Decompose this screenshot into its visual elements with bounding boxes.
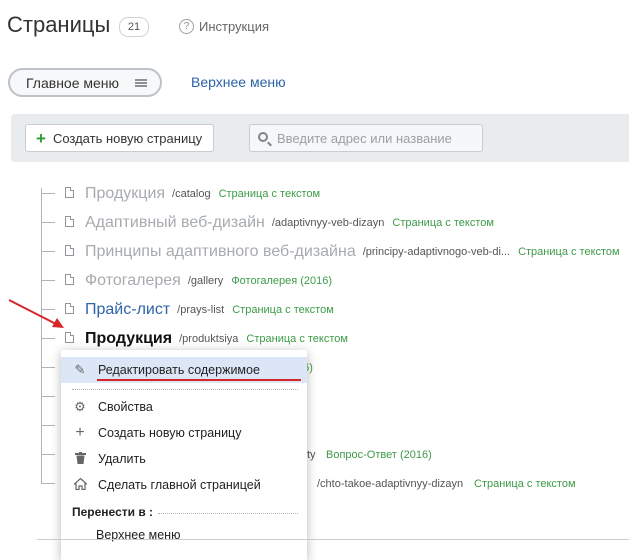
page-name[interactable]: Продукция — [85, 185, 165, 203]
tree-branch — [41, 193, 55, 194]
tree-branch — [41, 251, 55, 252]
page-type: Страница с текстом — [246, 332, 348, 345]
pencil-icon: ✎ — [74, 362, 86, 377]
tree-row: Адаптивный веб-дизайн /adaptivnyy-veb-di… — [0, 208, 629, 237]
page-type: Страница с текстом — [218, 187, 321, 200]
tab-top-menu[interactable]: Верхнее меню — [191, 74, 286, 90]
help-label: Инструкция — [199, 19, 269, 34]
menu-separator — [158, 513, 298, 514]
document-icon — [65, 216, 74, 227]
page-title: Страницы — [7, 12, 111, 37]
page-type: Страница с текстом — [474, 477, 576, 490]
page-type: Страница с текстом — [392, 216, 494, 229]
menu-item-make-home[interactable]: Сделать главной страницей — [61, 472, 307, 498]
document-icon — [65, 245, 74, 256]
tree-branch — [41, 222, 55, 223]
tree-row: Фотогалерея /gallery Фотогалерея (2016) — [0, 266, 629, 295]
tree-branch — [41, 367, 55, 368]
search-input[interactable] — [275, 129, 479, 147]
page-count-badge: 21 — [119, 17, 149, 37]
page-name[interactable]: Принципы адаптивного веб-дизайна — [85, 243, 356, 261]
page-path: /adaptivnyy-veb-dizayn — [271, 216, 385, 229]
search-box[interactable] — [249, 124, 483, 152]
plus-icon: + — [36, 128, 46, 148]
menu-item-create-page[interactable]: + Создать новую страницу — [61, 420, 307, 446]
page-type: Страница с текстом — [232, 303, 334, 316]
tree-row: Принципы адаптивного веб-дизайна /princi… — [0, 237, 629, 266]
divider — [37, 539, 629, 540]
page-type: Страница с текстом — [518, 245, 620, 258]
tree-branch — [41, 338, 55, 339]
page-name[interactable]: Адаптивный веб-дизайн — [85, 214, 265, 232]
tree-row: Прайс-лист /prays-list Страница с тексто… — [0, 295, 629, 324]
page-type: Вопрос-Ответ (2016) — [326, 448, 432, 461]
home-icon — [72, 477, 88, 493]
page-path-fragment: ty — [307, 448, 316, 461]
context-menu: ✎ Редактировать содержимое ⚙ Свойства + … — [61, 350, 307, 560]
menu-item-label: Свойства — [98, 400, 153, 414]
document-icon — [65, 187, 74, 198]
tree-branch — [41, 483, 55, 484]
plus-icon: + — [75, 424, 85, 441]
document-icon — [65, 274, 74, 285]
tab-main-menu[interactable]: Главное меню — [8, 68, 162, 97]
search-icon — [258, 132, 268, 142]
tree-branch — [41, 454, 55, 455]
red-underline-annotation — [97, 379, 301, 381]
menu-item-label: Создать новую страницу — [98, 426, 242, 440]
help-link[interactable]: ? Инструкция — [179, 19, 269, 34]
menu-item-label: Удалить — [98, 452, 146, 466]
page-path: /catalog — [172, 187, 211, 200]
tree-branch — [41, 425, 55, 426]
tree-branch — [41, 396, 55, 397]
tree-row-selected: Продукция /produktsiya Страница с тексто… — [0, 324, 629, 353]
menu-separator — [72, 389, 298, 390]
menu-item-label: Редактировать содержимое — [98, 363, 260, 377]
page-name[interactable]: Прайс-лист — [85, 301, 170, 319]
page-path: /gallery — [187, 274, 224, 287]
page-path: /produktsiya — [179, 332, 239, 345]
page-path: /prays-list — [177, 303, 225, 316]
page-type: Фотогалерея (2016) — [231, 274, 333, 287]
menu-item-properties[interactable]: ⚙ Свойства — [61, 394, 307, 420]
gear-icon: ⚙ — [74, 399, 86, 414]
page-path: /chto-takoe-adaptivnyy-dizayn — [317, 477, 464, 490]
trash-icon — [72, 451, 88, 467]
create-page-label: Создать новую страницу — [52, 130, 203, 146]
page-name[interactable]: Продукция — [85, 330, 172, 348]
move-to-label: Перенести в : — [72, 505, 154, 519]
page-name[interactable]: Фотогалерея — [85, 272, 181, 290]
tree-row: Продукция /catalog Страница с текстом — [0, 179, 629, 208]
hamburger-icon[interactable] — [135, 79, 147, 87]
tree-branch — [41, 280, 55, 281]
question-circle-icon: ? — [179, 19, 194, 34]
toolbar: + Создать новую страницу — [11, 114, 629, 162]
menu-item-label: Сделать главной страницей — [98, 478, 261, 492]
menu-item-delete[interactable]: Удалить — [61, 446, 307, 472]
create-page-button[interactable]: + Создать новую страницу — [25, 124, 214, 152]
page-path: /principy-adaptivnogo-veb-di... — [362, 245, 511, 258]
red-arrow-annotation — [8, 299, 64, 328]
tab-main-menu-label: Главное меню — [26, 74, 120, 91]
